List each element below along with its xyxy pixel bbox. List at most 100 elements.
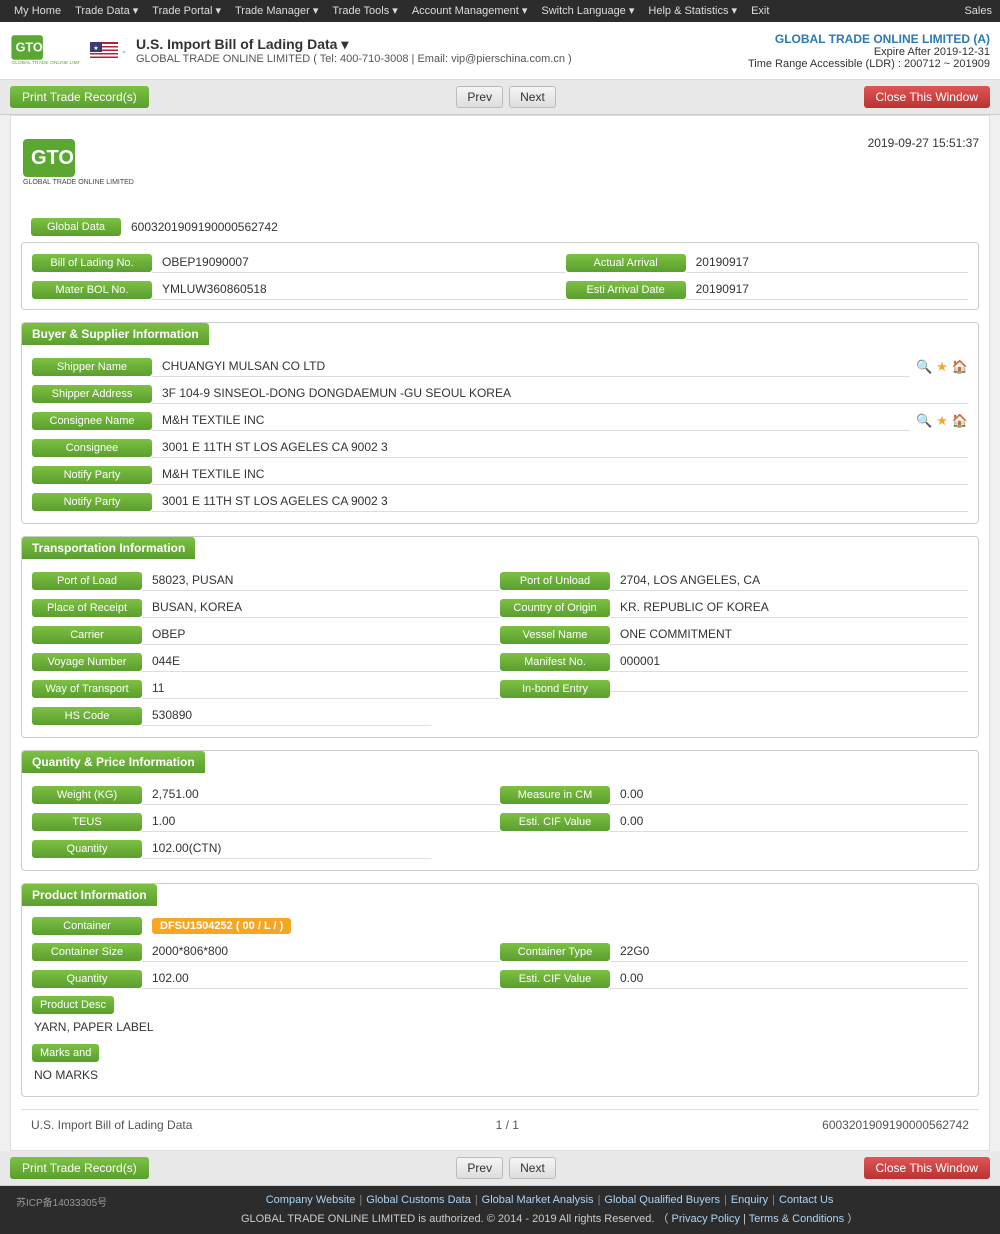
measure-cm-value: 0.00 — [610, 784, 968, 805]
consignee-home-icon[interactable]: 🏠 — [952, 413, 968, 429]
transport-section-title: Transportation Information — [22, 537, 195, 559]
nav-trade-tools[interactable]: Trade Tools ▾ — [326, 0, 403, 22]
port-load-label: Port of Load — [32, 572, 142, 590]
master-bol-row: Mater BOL No. YMLUW360860518 Esti Arriva… — [22, 276, 978, 303]
place-receipt-value: BUSAN, KOREA — [142, 597, 500, 618]
document-wrapper: GTO GLOBAL TRADE ONLINE LIMITED 2019-09-… — [10, 115, 990, 1151]
consignee-name-row: Consignee Name M&H TEXTILE INC 🔍 ★ 🏠 — [22, 407, 978, 434]
shipper-address-row: Shipper Address 3F 104-9 SINSEOL-DONG DO… — [22, 380, 978, 407]
container-type-value: 22G0 — [610, 941, 968, 962]
consignee-search-icon[interactable]: 🔍 — [916, 413, 932, 429]
notify-party-row: Notify Party M&H TEXTILE INC — [22, 461, 978, 488]
search-icon[interactable]: 🔍 — [916, 359, 932, 375]
container-type-label: Container Type — [500, 943, 610, 961]
footer-contact-us[interactable]: Contact Us — [779, 1194, 833, 1206]
nav-switch-language[interactable]: Switch Language ▾ — [535, 0, 640, 22]
voyage-row: Voyage Number 044E Manifest No. 000001 — [22, 648, 978, 675]
next-button-top[interactable]: Next — [509, 86, 556, 108]
next-button-bottom[interactable]: Next — [509, 1157, 556, 1179]
hs-code-row: HS Code 530890 — [22, 702, 978, 729]
weight-row: Weight (KG) 2,751.00 Measure in CM 0.00 — [22, 781, 978, 808]
header-left: GTO GLOBAL TRADE ONLINE LIMITED ★ - U.S.… — [10, 29, 572, 73]
footer-terms-conditions[interactable]: Terms & Conditions — [749, 1213, 844, 1225]
prev-button-bottom[interactable]: Prev — [456, 1157, 503, 1179]
product-desc-label: Product Desc — [32, 996, 114, 1014]
close-window-button-bottom[interactable]: Close This Window — [864, 1157, 990, 1179]
product-esti-cif-label: Esti. CIF Value — [500, 970, 610, 988]
quantity-label: Quantity — [32, 840, 142, 858]
footer-global-market-analysis[interactable]: Global Market Analysis — [482, 1194, 594, 1206]
prev-button-top[interactable]: Prev — [456, 86, 503, 108]
us-flag: ★ — [90, 42, 118, 60]
teus-row: TEUS 1.00 Esti. CIF Value 0.00 — [22, 808, 978, 835]
svg-text:GTO: GTO — [31, 147, 74, 169]
marks-label: Marks and — [32, 1044, 99, 1062]
notify-party-label: Notify Party — [32, 466, 152, 484]
inbond-entry-value — [610, 685, 968, 692]
esti-arrival-value: 20190917 — [686, 279, 968, 300]
doc-logo: GTO GLOBAL TRADE ONLINE LIMITED — [21, 136, 151, 194]
header-bar: GTO GLOBAL TRADE ONLINE LIMITED ★ - U.S.… — [0, 22, 1000, 80]
nav-trade-manager[interactable]: Trade Manager ▾ — [229, 0, 324, 22]
page-title: U.S. Import Bill of Lading Data ▾ — [136, 36, 572, 53]
product-section: Product Information Container DFSU150425… — [21, 883, 979, 1097]
port-load-row: Port of Load 58023, PUSAN Port of Unload… — [22, 567, 978, 594]
svg-text:★: ★ — [93, 45, 98, 52]
nav-my-home[interactable]: My Home — [8, 0, 67, 22]
nav-trade-data[interactable]: Trade Data ▾ — [69, 0, 144, 22]
product-section-title: Product Information — [22, 884, 157, 906]
footer-privacy-policy[interactable]: Privacy Policy — [672, 1213, 740, 1225]
home-icon[interactable]: 🏠 — [952, 359, 968, 375]
nav-trade-portal[interactable]: Trade Portal ▾ — [146, 0, 227, 22]
icp-number: 苏ICP备14033305号 — [8, 1194, 107, 1209]
expire-label: Expire After 2019-12-31 — [748, 46, 990, 58]
manifest-value: 000001 — [610, 651, 968, 672]
nav-sales[interactable]: Sales — [964, 5, 992, 17]
print-record-button-bottom[interactable]: Print Trade Record(s) — [10, 1157, 149, 1179]
footer-company-website[interactable]: Company Website — [266, 1194, 356, 1206]
consignee-star-icon[interactable]: ★ — [936, 413, 948, 429]
port-load-value: 58023, PUSAN — [142, 570, 500, 591]
print-record-button-top[interactable]: Print Trade Record(s) — [10, 86, 149, 108]
product-quantity-row: Quantity 102.00 Esti. CIF Value 0.00 — [22, 965, 978, 992]
header-title-area: U.S. Import Bill of Lading Data ▾ GLOBAL… — [136, 36, 572, 65]
footer-copyright: GLOBAL TRADE ONLINE LIMITED is authorize… — [107, 1210, 992, 1226]
footer-enquiry[interactable]: Enquiry — [731, 1194, 768, 1206]
actual-arrival-value: 20190917 — [686, 252, 968, 273]
place-receipt-row: Place of Receipt BUSAN, KOREA Country of… — [22, 594, 978, 621]
bol-value: OBEP19090007 — [152, 252, 566, 273]
port-unload-value: 2704, LOS ANGELES, CA — [610, 570, 968, 591]
container-row: Container DFSU1504252 ( 00 / L / ) — [22, 914, 978, 938]
notify-party-value: M&H TEXTILE INC — [152, 464, 968, 485]
product-quantity-label: Quantity — [32, 970, 142, 988]
nav-help-statistics[interactable]: Help & Statistics ▾ — [642, 0, 743, 22]
header-right: GLOBAL TRADE ONLINE LIMITED (A) Expire A… — [748, 32, 990, 70]
footer-links: Company Website | Global Customs Data | … — [107, 1194, 992, 1206]
country-origin-value: KR. REPUBLIC OF KOREA — [610, 597, 968, 618]
quantity-row: Quantity 102.00(CTN) — [22, 835, 978, 862]
footer-global-customs-data[interactable]: Global Customs Data — [366, 1194, 471, 1206]
esti-cif-label: Esti. CIF Value — [500, 813, 610, 831]
consignee-label: Consignee — [32, 439, 152, 457]
footer-global-qualified-buyers[interactable]: Global Qualified Buyers — [604, 1194, 720, 1206]
teus-value: 1.00 — [142, 811, 500, 832]
doc-timestamp: 2019-09-27 15:51:37 — [868, 136, 979, 150]
consignee-value: 3001 E 11TH ST LOS AGELES CA 9002 3 — [152, 437, 968, 458]
toolbar-bottom: Print Trade Record(s) Prev Next Close Th… — [0, 1151, 1000, 1186]
svg-text:GLOBAL TRADE ONLINE LIMITED: GLOBAL TRADE ONLINE LIMITED — [23, 179, 134, 186]
close-window-button-top[interactable]: Close This Window — [864, 86, 990, 108]
bol-row: Bill of Lading No. OBEP19090007 Actual A… — [22, 249, 978, 276]
flag-area: ★ - — [90, 42, 126, 60]
carrier-label: Carrier — [32, 626, 142, 644]
master-bol-label: Mater BOL No. — [32, 281, 152, 299]
doc-footer: U.S. Import Bill of Lading Data 1 / 1 60… — [21, 1109, 979, 1140]
nav-account-management[interactable]: Account Management ▾ — [406, 0, 534, 22]
nav-exit[interactable]: Exit — [745, 0, 775, 22]
star-icon[interactable]: ★ — [936, 359, 948, 375]
global-data-row: Global Data 6003201909190000562742 — [21, 212, 979, 242]
global-data-value: 6003201909190000562742 — [121, 217, 288, 237]
company-name: GLOBAL TRADE ONLINE LIMITED (A) — [748, 32, 990, 46]
shipper-name-row: Shipper Name CHUANGYI MULSAN CO LTD 🔍 ★ … — [22, 353, 978, 380]
toolbar-top: Print Trade Record(s) Prev Next Close Th… — [0, 80, 1000, 115]
product-desc-value: YARN, PAPER LABEL — [22, 1018, 978, 1040]
